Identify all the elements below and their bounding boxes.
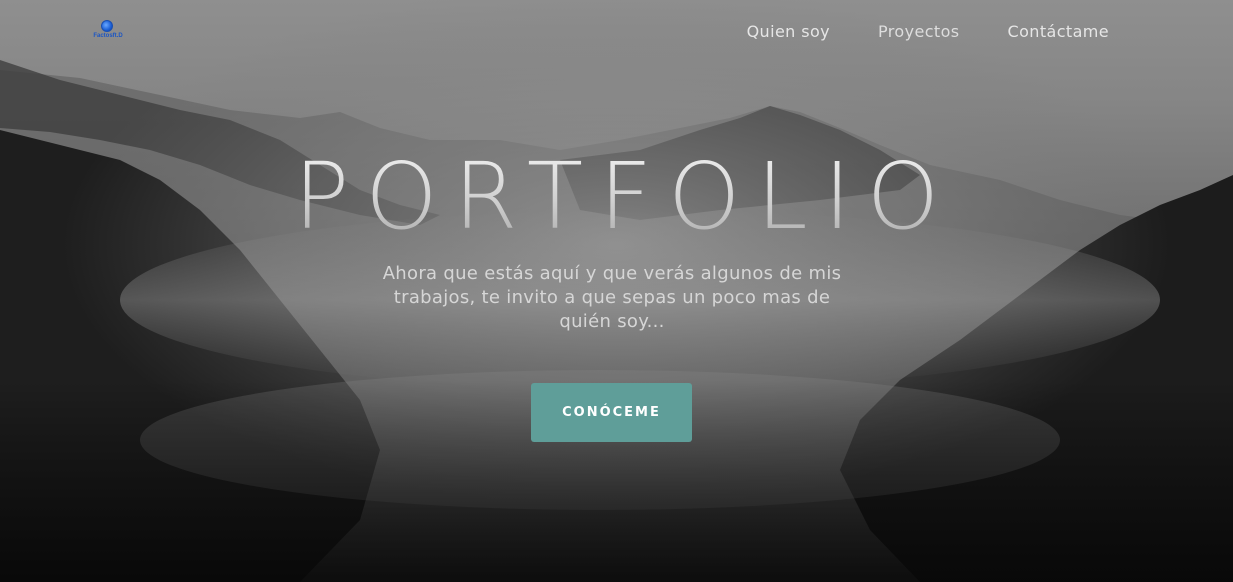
site-logo[interactable]: Factosft.D (88, 18, 128, 46)
main-nav: Quien soy Proyectos Contáctame (747, 22, 1109, 41)
hero-title: PORTFOLIO (0, 146, 1233, 247)
nav-link-quien-soy[interactable]: Quien soy (747, 22, 830, 41)
hero-subtitle: Ahora que estás aquí y que verás algunos… (382, 263, 842, 332)
nav-link-proyectos[interactable]: Proyectos (878, 22, 960, 41)
hero-section: Factosft.D Quien soy Proyectos Contáctam… (0, 0, 1233, 582)
logo-globe-icon (101, 20, 113, 32)
logo-text: Factosft.D (93, 33, 123, 39)
nav-link-contactame[interactable]: Contáctame (1008, 22, 1109, 41)
conoceme-button[interactable]: CONÓCEME (531, 383, 692, 442)
